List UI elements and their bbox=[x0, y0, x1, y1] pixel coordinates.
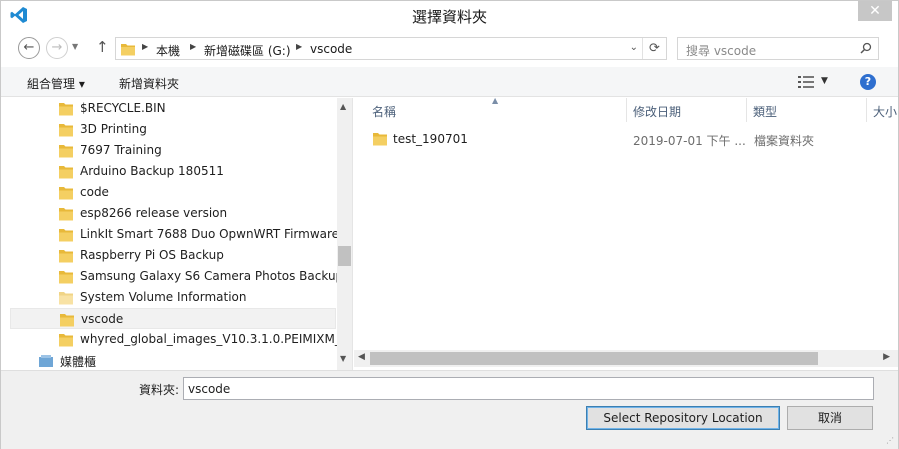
search-icon bbox=[860, 42, 872, 54]
scroll-right-arrow-icon[interactable]: ▶ bbox=[883, 352, 890, 362]
folder-icon bbox=[59, 124, 73, 137]
folder-icon bbox=[59, 187, 73, 200]
breadcrumb-separator-icon[interactable]: ▶ bbox=[296, 42, 302, 51]
column-divider[interactable] bbox=[626, 98, 627, 122]
resize-grip-icon[interactable]: ⋰ bbox=[886, 436, 894, 445]
search-box[interactable]: 搜尋 vscode bbox=[677, 37, 879, 60]
tree-item-label: Arduino Backup 180511 bbox=[80, 164, 224, 178]
folder-icon bbox=[59, 208, 73, 221]
navigation-bar: ← → ▼ ↑ ▶ 本機 ▶ 新增磁碟區 (G:) ▶ vscode ⌄ ⟳ 搜… bbox=[1, 34, 898, 64]
refresh-button[interactable]: ⟳ bbox=[642, 38, 666, 59]
folder-icon bbox=[59, 334, 73, 347]
tree-item-label: 7697 Training bbox=[80, 143, 162, 157]
tree-item-label: Raspberry Pi OS Backup bbox=[80, 248, 224, 262]
scrollbar-thumb[interactable] bbox=[370, 352, 818, 365]
file-list: 名稱 ▲ 修改日期 類型 大小 test_190701 2019-07-01 下… bbox=[354, 96, 898, 370]
breadcrumb-vscode[interactable]: vscode bbox=[310, 42, 352, 56]
column-divider[interactable] bbox=[866, 98, 867, 122]
organize-menu[interactable]: 組合管理 ▾ bbox=[27, 75, 85, 92]
folder-icon bbox=[59, 292, 73, 305]
title-bar: 選擇資料夾 ✕ bbox=[1, 1, 898, 31]
help-icon[interactable]: ? bbox=[860, 74, 876, 90]
library-icon bbox=[39, 355, 53, 367]
view-options-chevron-icon[interactable]: ▼ bbox=[821, 76, 828, 86]
folder-icon bbox=[59, 250, 73, 263]
dialog-footer: 資料夾: Select Repository Location 取消 ⋰ bbox=[1, 370, 898, 449]
scroll-left-arrow-icon[interactable]: ◀ bbox=[358, 352, 365, 362]
file-modified: 2019-07-01 下午 ... bbox=[633, 134, 746, 148]
sort-ascending-icon: ▲ bbox=[492, 96, 499, 105]
folder-icon bbox=[121, 44, 135, 56]
column-header-size[interactable]: 大小 bbox=[873, 103, 898, 120]
tree-item-label: esp8266 release version bbox=[80, 206, 228, 220]
tree-item[interactable]: esp8266 release version bbox=[10, 203, 336, 224]
tree-item-libraries[interactable]: 媒體櫃 bbox=[10, 350, 336, 370]
folder-name-field[interactable] bbox=[183, 377, 874, 400]
tree-item-label: Samsung Galaxy S6 Camera Photos Backup bbox=[80, 269, 344, 283]
scroll-up-arrow-icon[interactable]: ▲ bbox=[340, 102, 346, 111]
column-header-modified[interactable]: 修改日期 bbox=[633, 103, 681, 120]
tree-item-selected[interactable]: vscode bbox=[10, 308, 336, 329]
tree-item[interactable]: Raspberry Pi OS Backup bbox=[10, 245, 336, 266]
tree-item[interactable]: code bbox=[10, 182, 336, 203]
new-folder-button[interactable]: 新增資料夾 bbox=[119, 75, 179, 92]
navigation-tree: $RECYCLE.BIN 3D Printing 7697 Training A… bbox=[1, 98, 353, 370]
close-button[interactable]: ✕ bbox=[858, 1, 892, 21]
tree-item[interactable]: Samsung Galaxy S6 Camera Photos Backup bbox=[10, 266, 343, 287]
table-row[interactable]: test_190701 2019-07-01 下午 ... 檔案資料夾 bbox=[368, 129, 888, 151]
scroll-down-arrow-icon[interactable]: ▼ bbox=[340, 354, 346, 363]
folder-icon bbox=[59, 166, 73, 179]
back-button[interactable]: ← bbox=[18, 37, 40, 59]
folder-picker-dialog: 選擇資料夾 ✕ ← → ▼ ↑ ▶ 本機 ▶ 新增磁碟區 (G:) ▶ vsco… bbox=[0, 0, 899, 449]
file-type: 檔案資料夾 bbox=[754, 134, 815, 148]
tree-item[interactable]: whyred_global_images_V10.3.1.0.PEIMIXM_2… bbox=[10, 329, 352, 350]
folder-icon bbox=[59, 229, 73, 242]
breadcrumb-separator-icon[interactable]: ▶ bbox=[190, 42, 196, 51]
dialog-title: 選擇資料夾 bbox=[411, 8, 487, 26]
breadcrumb-separator-icon[interactable]: ▶ bbox=[142, 42, 148, 51]
tree-vertical-scrollbar[interactable]: ▲ ▼ bbox=[337, 98, 352, 370]
folder-icon bbox=[373, 133, 387, 146]
recent-locations-chevron-icon[interactable]: ▼ bbox=[72, 42, 78, 51]
address-bar[interactable]: ▶ 本機 ▶ 新增磁碟區 (G:) ▶ vscode ⌄ ⟳ bbox=[115, 37, 667, 60]
folder-icon bbox=[59, 103, 73, 116]
breadcrumb-this-pc[interactable]: 本機 bbox=[156, 42, 180, 59]
breadcrumb-drive-g[interactable]: 新增磁碟區 (G:) bbox=[204, 42, 291, 59]
tree-item-label: whyred_global_images_V10.3.1.0.PEIMIXM_2… bbox=[80, 332, 353, 346]
tree-item[interactable]: LinkIt Smart 7688 Duo OpwnWRT Firmware bbox=[10, 224, 340, 245]
folder-icon bbox=[59, 271, 73, 284]
tree-item[interactable]: 7697 Training bbox=[10, 140, 336, 161]
tree-item-label: code bbox=[80, 185, 109, 199]
tree-item-label: System Volume Information bbox=[80, 290, 247, 304]
up-button[interactable]: ↑ bbox=[96, 38, 109, 56]
view-details-icon[interactable] bbox=[798, 75, 814, 89]
folder-icon bbox=[60, 314, 74, 327]
tree-item[interactable]: $RECYCLE.BIN bbox=[10, 98, 336, 119]
tree-item-label: vscode bbox=[81, 312, 124, 326]
tree-item-label: 媒體櫃 bbox=[60, 355, 97, 369]
forward-button[interactable]: → bbox=[46, 37, 68, 59]
tree-item[interactable]: Arduino Backup 180511 bbox=[10, 161, 336, 182]
horizontal-scrollbar[interactable]: ◀ ▶ bbox=[354, 350, 898, 367]
scrollbar-thumb[interactable] bbox=[338, 246, 351, 266]
address-dropdown-chevron-icon[interactable]: ⌄ bbox=[630, 42, 638, 53]
tree-item-label: LinkIt Smart 7688 Duo OpwnWRT Firmware bbox=[80, 227, 340, 241]
tree-item[interactable]: System Volume Information bbox=[10, 287, 336, 308]
file-name: test_190701 bbox=[393, 132, 468, 146]
search-input[interactable]: 搜尋 vscode bbox=[686, 42, 756, 59]
command-toolbar: 組合管理 ▾ 新增資料夾 ▼ ? bbox=[1, 67, 898, 97]
tree-item-label: $RECYCLE.BIN bbox=[80, 101, 166, 115]
select-repository-location-button[interactable]: Select Repository Location bbox=[586, 406, 780, 430]
tree-item-label: 3D Printing bbox=[80, 122, 147, 136]
column-divider[interactable] bbox=[746, 98, 747, 122]
folder-icon bbox=[59, 145, 73, 158]
column-header-type[interactable]: 類型 bbox=[753, 103, 777, 120]
column-header-name[interactable]: 名稱 bbox=[372, 103, 396, 120]
cancel-button[interactable]: 取消 bbox=[787, 406, 873, 430]
folder-field-label: 資料夾: bbox=[139, 383, 180, 397]
tree-item[interactable]: 3D Printing bbox=[10, 119, 336, 140]
